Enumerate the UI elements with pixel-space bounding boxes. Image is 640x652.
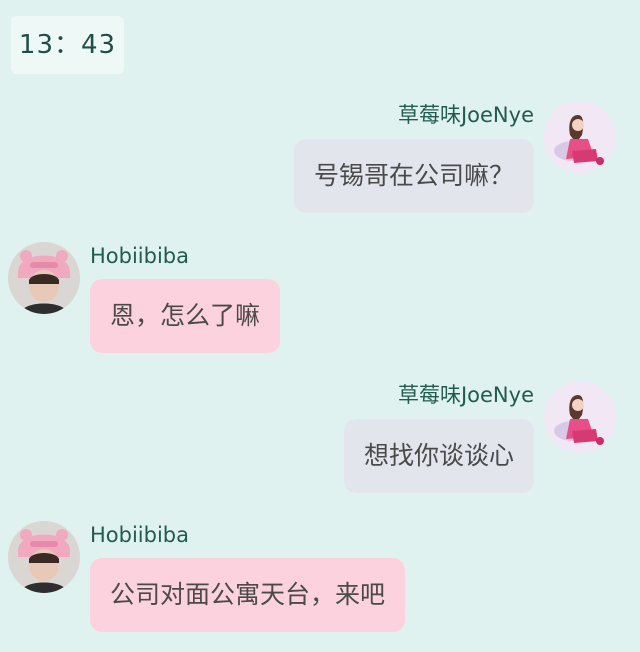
outgoing-message-bubble[interactable]: 号锡哥在公司嘛？ <box>293 139 534 213</box>
incoming-message-bubble[interactable]: 恩，怎么了嘛 <box>90 279 281 353</box>
message-sender-name: Hobiibiba <box>90 523 190 547</box>
sender-avatar-joenye[interactable] <box>544 101 616 173</box>
pink-outfit-figure-avatar-icon <box>544 381 616 453</box>
sender-avatar-hobiibiba[interactable] <box>8 521 80 593</box>
message-sender-name: 草莓味JoeNye <box>397 103 534 127</box>
outgoing-message-bubble[interactable]: 想找你谈谈心 <box>343 419 534 493</box>
time-text: 13：43 <box>18 30 117 60</box>
time-badge: 13：43 <box>11 16 124 74</box>
pink-hat-person-avatar-icon <box>8 521 80 593</box>
incoming-message-bubble[interactable]: 公司对面公寓天台，来吧 <box>90 558 406 632</box>
sender-avatar-joenye[interactable] <box>544 381 616 453</box>
pink-outfit-figure-avatar-icon <box>544 101 616 173</box>
pink-hat-person-avatar-icon <box>8 242 80 314</box>
message-sender-name: 草莓味JoeNye <box>397 383 534 407</box>
sender-avatar-hobiibiba[interactable] <box>8 242 80 314</box>
message-sender-name: Hobiibiba <box>90 244 190 268</box>
